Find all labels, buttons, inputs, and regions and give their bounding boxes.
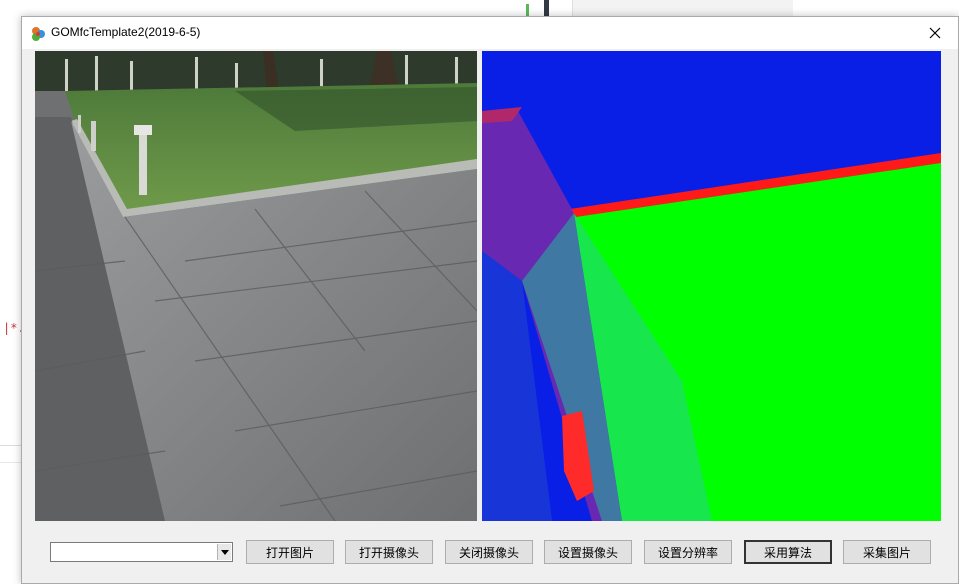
segmentation-image-view [482,51,941,521]
app-icon [30,26,46,42]
open-camera-button[interactable]: 打开摄像头 [345,540,433,564]
camera-image-view [35,51,477,521]
algorithm-select[interactable] [50,542,233,562]
background-strip [0,0,959,16]
open-image-button[interactable]: 打开图片 [246,540,334,564]
background-divider [0,462,21,463]
window-title: GOMfcTemplate2(2019-6-5) [51,25,201,39]
set-camera-button[interactable]: 设置摄像头 [544,540,632,564]
background-panel [572,0,793,16]
close-icon [929,24,941,43]
apply-algorithm-button[interactable]: 采用算法 [744,540,832,564]
background-divider [0,445,21,446]
set-resolution-button[interactable]: 设置分辨率 [644,540,732,564]
dropdown-arrow-icon[interactable] [217,544,231,560]
close-camera-button[interactable]: 关闭摄像头 [445,540,533,564]
close-button[interactable] [912,17,958,49]
title-bar[interactable]: GOMfcTemplate2(2019-6-5) [22,17,958,49]
dialog-window: GOMfcTemplate2(2019-6-5) 打开图片 打开摄像头 关闭摄像… [21,16,959,584]
background-editor-edge [0,16,21,584]
background-scroll-marker [544,0,549,16]
capture-image-button[interactable]: 采集图片 [843,540,931,564]
background-indicator [526,4,529,16]
